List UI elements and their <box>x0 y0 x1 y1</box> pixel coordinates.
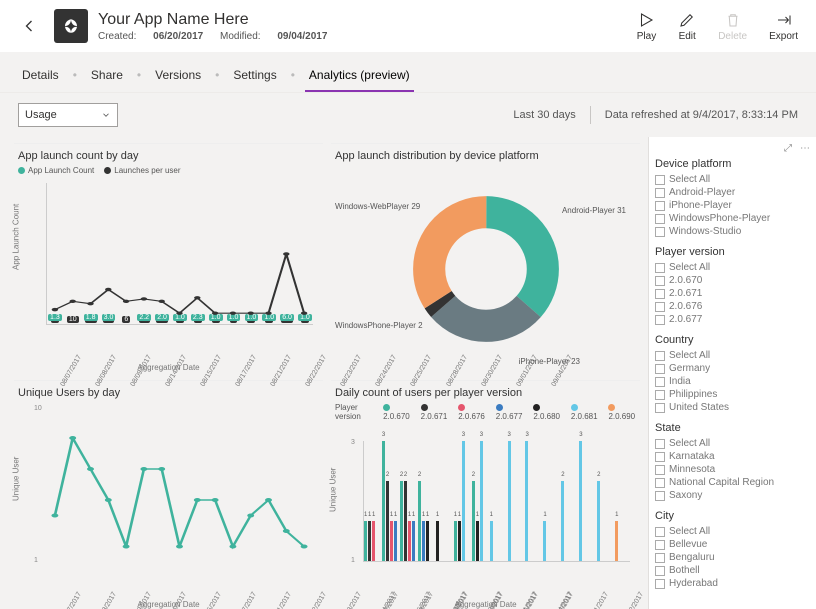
edit-button[interactable]: Edit <box>678 11 696 42</box>
chart-launch-count: App launch count by day App Launch Count… <box>14 143 323 372</box>
tab-bar: Details•Share•Versions•Settings•Analytic… <box>0 52 816 93</box>
filter-panel: ⤢ ⋯ Device platformSelect AllAndroid-Pla… <box>648 137 816 609</box>
filter-option[interactable]: WindowsPhone-Player <box>655 212 810 225</box>
app-title: Your App Name Here <box>98 11 341 29</box>
filter-option[interactable]: Bellevue <box>655 538 810 551</box>
checkbox[interactable] <box>655 263 665 273</box>
filter-group-player-version: Player version <box>655 246 810 258</box>
filter-option[interactable]: Select All <box>655 525 810 538</box>
chart-title: App launch count by day <box>18 150 319 162</box>
tab-details[interactable]: Details <box>18 62 63 92</box>
filter-option[interactable]: Select All <box>655 437 810 450</box>
app-tile-icon <box>54 9 88 43</box>
export-button[interactable]: Export <box>769 11 798 42</box>
checkbox[interactable] <box>655 377 665 387</box>
filter-option[interactable]: Android-Player <box>655 186 810 199</box>
delete-button: Delete <box>718 11 747 42</box>
donut-chart <box>411 194 561 344</box>
chart-device-distribution: App launch distribution by device platfo… <box>331 143 640 372</box>
app-meta: Created: 06/20/2017 Modified: 09/04/2017 <box>98 31 341 42</box>
filter-option[interactable]: Select All <box>655 173 810 186</box>
chart-legend: App Launch Count Launches per user <box>18 166 319 175</box>
filter-group-state: State <box>655 422 810 434</box>
filter-option[interactable]: Philippines <box>655 388 810 401</box>
filter-group-device-platform: Device platform <box>655 158 810 170</box>
filter-option[interactable]: Saxony <box>655 489 810 502</box>
filter-option[interactable]: Select All <box>655 349 810 362</box>
checkbox[interactable] <box>655 478 665 488</box>
filter-option[interactable]: Hyderabad <box>655 577 810 590</box>
checkbox[interactable] <box>655 390 665 400</box>
checkbox[interactable] <box>655 403 665 413</box>
play-button[interactable]: Play <box>637 11 656 42</box>
checkbox[interactable] <box>655 351 665 361</box>
checkbox[interactable] <box>655 315 665 325</box>
filter-group-city: City <box>655 510 810 522</box>
checkbox[interactable] <box>655 579 665 589</box>
checkbox[interactable] <box>655 175 665 185</box>
filter-option[interactable]: Select All <box>655 261 810 274</box>
checkbox[interactable] <box>655 553 665 563</box>
checkbox[interactable] <box>655 491 665 501</box>
divider <box>590 106 591 124</box>
checkbox[interactable] <box>655 276 665 286</box>
filter-option[interactable]: India <box>655 375 810 388</box>
filter-option[interactable]: Windows-Studio <box>655 225 810 238</box>
refreshed-label: Data refreshed at 9/4/2017, 8:33:14 PM <box>605 109 798 121</box>
filter-option[interactable]: 2.0.676 <box>655 300 810 313</box>
filter-option[interactable]: Germany <box>655 362 810 375</box>
checkbox[interactable] <box>655 227 665 237</box>
checkbox[interactable] <box>655 439 665 449</box>
filter-group-country: Country <box>655 334 810 346</box>
checkbox[interactable] <box>655 302 665 312</box>
chart-title: Unique Users by day <box>18 387 319 399</box>
focus-icon[interactable]: ⤢ <box>784 143 792 154</box>
checkbox[interactable] <box>655 201 665 211</box>
chart-unique-users: Unique Users by day Unique User 10 1 08/… <box>14 380 323 609</box>
chevron-down-icon <box>101 110 111 120</box>
filter-option[interactable]: United States <box>655 401 810 414</box>
filter-option[interactable]: iPhone-Player <box>655 199 810 212</box>
filter-option[interactable]: Karnataka <box>655 450 810 463</box>
checkbox[interactable] <box>655 465 665 475</box>
checkbox[interactable] <box>655 452 665 462</box>
tab-analytics-preview-[interactable]: Analytics (preview) <box>305 62 414 92</box>
more-icon[interactable]: ⋯ <box>800 143 810 154</box>
checkbox[interactable] <box>655 364 665 374</box>
filter-option[interactable]: Minnesota <box>655 463 810 476</box>
checkbox[interactable] <box>655 527 665 537</box>
checkbox[interactable] <box>655 566 665 576</box>
filter-option[interactable]: 2.0.670 <box>655 274 810 287</box>
date-range: Last 30 days <box>513 109 575 121</box>
filter-option[interactable]: Bothell <box>655 564 810 577</box>
tab-versions[interactable]: Versions <box>151 62 205 92</box>
tab-share[interactable]: Share <box>87 62 127 92</box>
tab-settings[interactable]: Settings <box>229 62 280 92</box>
chart-title: App launch distribution by device platfo… <box>335 150 636 162</box>
chart-daily-player-version: Daily count of users per player version … <box>331 380 640 609</box>
back-button[interactable] <box>18 15 40 37</box>
chart-legend: Player version2.0.6702.0.6712.0.6762.0.6… <box>335 403 636 421</box>
filter-option[interactable]: 2.0.677 <box>655 313 810 326</box>
checkbox[interactable] <box>655 214 665 224</box>
chart-title: Daily count of users per player version <box>335 387 636 399</box>
checkbox[interactable] <box>655 289 665 299</box>
filter-option[interactable]: 2.0.671 <box>655 287 810 300</box>
filter-option[interactable]: Bengaluru <box>655 551 810 564</box>
filter-option[interactable]: National Capital Region <box>655 476 810 489</box>
checkbox[interactable] <box>655 540 665 550</box>
checkbox[interactable] <box>655 188 665 198</box>
usage-dropdown[interactable]: Usage <box>18 103 118 127</box>
